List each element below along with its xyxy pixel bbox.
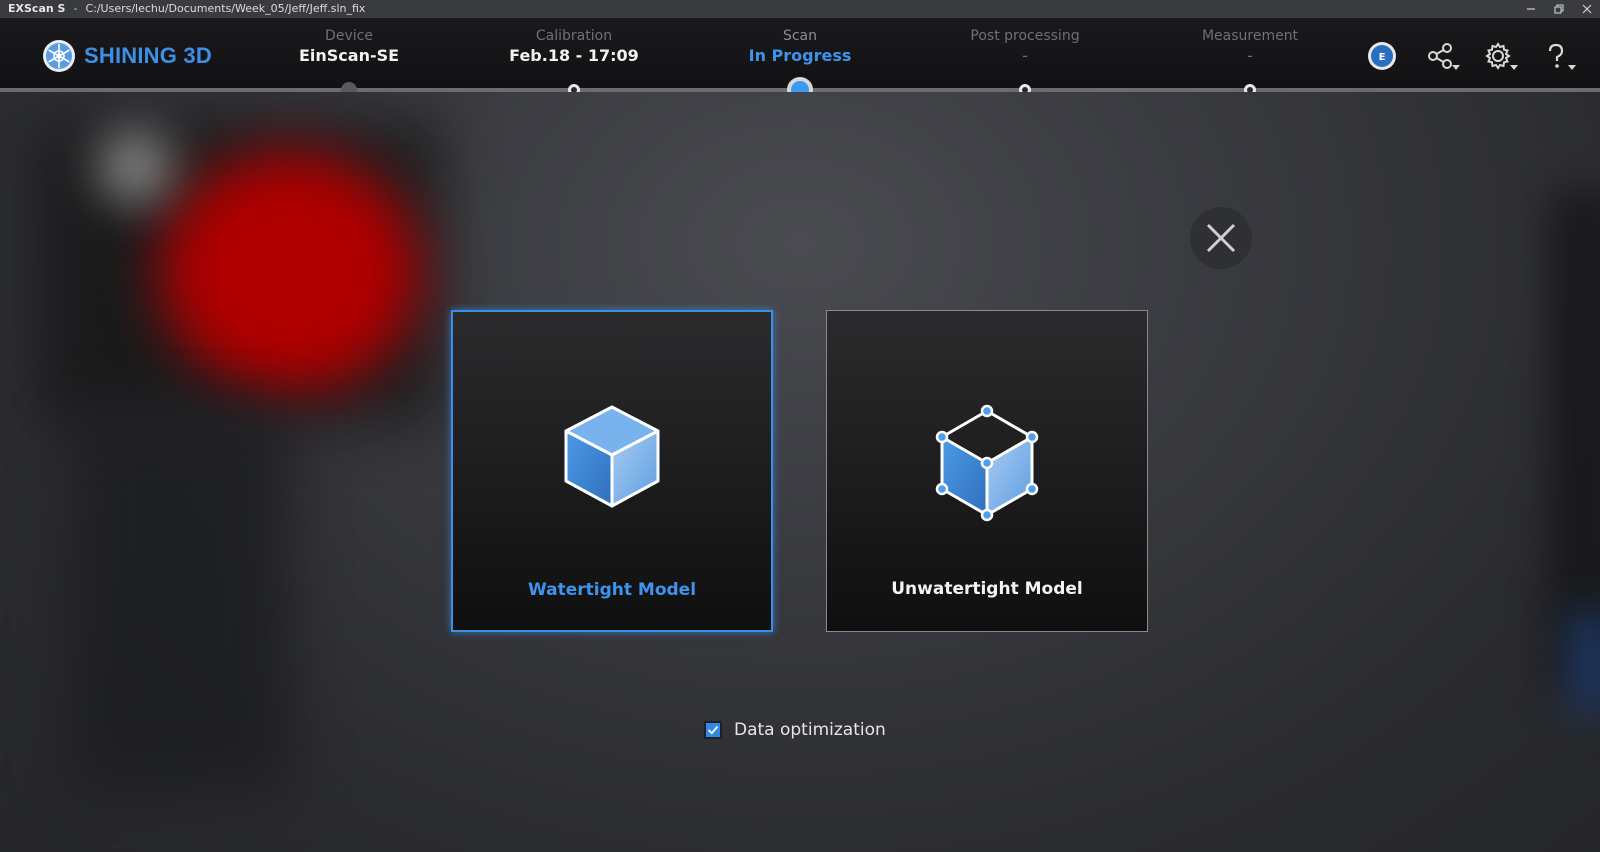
close-icon (1582, 4, 1592, 14)
step-label: Device (325, 28, 373, 44)
app-window: EXScan S - C:/Users/lechu/Documents/Week… (0, 0, 1600, 852)
step-scan[interactable]: Scan In Progress (700, 28, 900, 65)
minimize-icon (1527, 8, 1535, 10)
step-value: Feb.18 - 17:09 (509, 46, 639, 65)
wireframe-cube-icon (935, 404, 1039, 522)
step-measurement: Measurement - (1150, 28, 1350, 65)
step-value: In Progress (748, 46, 852, 65)
share-icon (1428, 43, 1452, 69)
project-path: C:/Users/lechu/Documents/Week_05/Jeff/Je… (85, 2, 366, 15)
data-optimization-label: Data optimization (734, 720, 886, 740)
chevron-down-icon (1568, 65, 1576, 70)
share-button[interactable] (1422, 40, 1460, 72)
step-label: Measurement (1201, 28, 1299, 44)
data-optimization-checkbox-row[interactable]: Data optimization (704, 720, 886, 740)
step-label: Calibration (535, 28, 613, 44)
window-controls (1524, 0, 1594, 18)
einscan-badge-button[interactable]: E (1364, 40, 1400, 72)
solid-cube-icon (564, 405, 660, 508)
option-label: Unwatertight Model (891, 579, 1083, 599)
restore-button[interactable] (1552, 2, 1566, 16)
step-calibration[interactable]: Calibration Feb.18 - 17:09 (474, 28, 674, 65)
close-dialog-button[interactable] (1190, 207, 1252, 269)
step-value: - (1022, 46, 1028, 65)
step-value: - (1247, 46, 1253, 65)
settings-button[interactable] (1480, 40, 1518, 72)
help-button[interactable] (1538, 40, 1576, 72)
close-icon (1206, 223, 1236, 253)
step-post-processing: Post processing - (925, 28, 1125, 65)
minimize-button[interactable] (1524, 2, 1538, 16)
step-value: EinScan-SE (298, 46, 400, 65)
chevron-down-icon (1452, 65, 1460, 70)
einscan-badge-icon: E (1368, 42, 1396, 70)
watertight-model-option[interactable]: Watertight Model (451, 310, 773, 632)
restore-icon (1554, 4, 1564, 14)
logo-text: SHINING 3D (84, 43, 212, 68)
step-device[interactable]: Device EinScan-SE (249, 28, 449, 65)
blurred-highlight (100, 132, 170, 202)
option-label: Watertight Model (527, 580, 697, 600)
title-bar: EXScan S - C:/Users/lechu/Documents/Week… (0, 0, 1600, 18)
unwatertight-model-option[interactable]: Unwatertight Model (826, 310, 1148, 632)
app-name: EXScan S (8, 2, 66, 15)
step-label: Post processing (970, 28, 1080, 44)
data-optimization-checkbox[interactable] (704, 721, 722, 739)
step-label: Scan (782, 28, 818, 44)
blurred-panel (70, 412, 290, 792)
close-window-button[interactable] (1580, 2, 1594, 16)
checkmark-icon (707, 725, 719, 735)
logo: SHINING 3D (42, 38, 212, 74)
svg-text:E: E (1379, 52, 1386, 63)
header-toolbar: E (1364, 40, 1576, 72)
gear-icon (1485, 42, 1511, 70)
chevron-down-icon (1510, 65, 1518, 70)
blurred-right-accent (1570, 612, 1600, 712)
title-separator: - (73, 2, 78, 15)
help-icon (1548, 43, 1564, 68)
blurred-scanned-object (160, 152, 420, 392)
shining3d-logo-icon (43, 40, 75, 72)
